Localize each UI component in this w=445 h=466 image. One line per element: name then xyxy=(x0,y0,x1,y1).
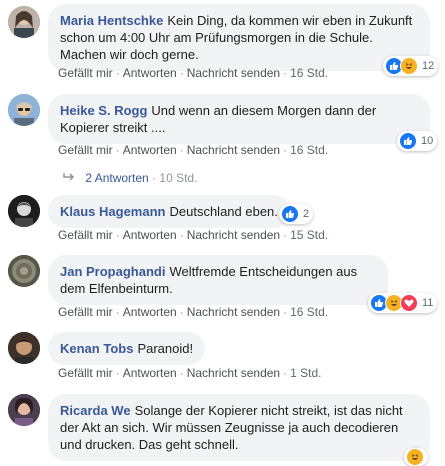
comment-author[interactable]: Kenan Tobs xyxy=(60,341,133,356)
comment-actions: Gefällt mir · Antworten · Nachricht senden · 1… xyxy=(58,228,328,242)
comment-author[interactable]: Klaus Hagemann xyxy=(60,204,165,219)
timestamp[interactable]: 15 Std. xyxy=(290,228,328,242)
comment-text: Paranoid! xyxy=(137,341,194,356)
avatar[interactable] xyxy=(8,195,40,227)
view-replies[interactable]: 2 Antworten · 10 Std. xyxy=(62,171,197,185)
send-message-link[interactable]: Nachricht senden xyxy=(187,305,280,319)
comment-actions: Gefällt mir · Antworten · Nachricht senden · 1… xyxy=(58,366,321,380)
send-message-link[interactable]: Nachricht senden xyxy=(187,66,280,80)
separator: · xyxy=(179,228,184,242)
replies-count[interactable]: 2 Antworten xyxy=(85,171,148,185)
comment-bubble: Klaus Hagemann Deutschland eben. xyxy=(48,195,290,228)
comment-bubble: Heike S. Rogg Und wenn an diesem Morgen d… xyxy=(48,94,430,144)
send-message-link[interactable]: Nachricht senden xyxy=(187,228,280,242)
separator: · xyxy=(283,143,288,157)
reaction-summary[interactable]: 11 xyxy=(368,293,438,313)
avatar[interactable] xyxy=(8,6,40,38)
send-message-link[interactable]: Nachricht senden xyxy=(187,366,280,380)
separator: · xyxy=(115,305,120,319)
reply-link[interactable]: Antworten xyxy=(123,305,177,319)
comment-text: Deutschland eben. xyxy=(169,204,278,219)
timestamp[interactable]: 16 Std. xyxy=(290,66,328,80)
haha-reaction-icon xyxy=(400,57,418,75)
separator: · xyxy=(148,171,160,185)
like-link[interactable]: Gefällt mir xyxy=(58,228,113,242)
reply-arrow-icon xyxy=(62,171,76,185)
separator: · xyxy=(115,366,120,380)
timestamp[interactable]: 1 Std. xyxy=(290,366,321,380)
avatar[interactable] xyxy=(8,394,40,426)
comment-bubble: Kenan Tobs Paranoid! xyxy=(48,332,206,365)
like-link[interactable]: Gefällt mir xyxy=(58,66,113,80)
timestamp[interactable]: 16 Std. xyxy=(290,305,328,319)
reaction-summary[interactable]: 10 xyxy=(397,131,438,151)
separator: · xyxy=(179,366,184,380)
separator: · xyxy=(179,305,184,319)
avatar[interactable] xyxy=(8,332,40,364)
love-reaction-icon xyxy=(400,294,418,312)
comment-actions: Gefällt mir · Antworten · Nachricht senden · 1… xyxy=(58,305,328,319)
separator: · xyxy=(179,143,184,157)
reaction-summary[interactable]: 12 xyxy=(383,56,439,76)
comment-actions: Gefällt mir · Antworten · Nachricht senden · 1… xyxy=(58,143,328,157)
like-reaction-icon xyxy=(399,132,417,150)
separator: · xyxy=(283,228,288,242)
send-message-link[interactable]: Nachricht senden xyxy=(187,143,280,157)
separator: · xyxy=(283,66,288,80)
reaction-count: 11 xyxy=(422,297,434,309)
comment-author[interactable]: Maria Hentschke xyxy=(60,13,163,28)
avatar[interactable] xyxy=(8,94,40,126)
comment-bubble: Ricarda We Solange der Kopierer nicht str… xyxy=(48,394,430,461)
reaction-count: 12 xyxy=(422,60,435,72)
separator: · xyxy=(115,228,120,242)
comment-author[interactable]: Ricarda We xyxy=(60,403,131,418)
reply-link[interactable]: Antworten xyxy=(123,66,177,80)
timestamp[interactable]: 16 Std. xyxy=(290,143,328,157)
reply-link[interactable]: Antworten xyxy=(123,143,177,157)
comment-actions: Gefällt mir · Antworten · Nachricht senden · 1… xyxy=(58,66,328,80)
like-link[interactable]: Gefällt mir xyxy=(58,143,113,157)
like-link[interactable]: Gefällt mir xyxy=(58,366,113,380)
separator: · xyxy=(115,143,120,157)
reaction-count: 10 xyxy=(421,135,434,147)
comment-author[interactable]: Heike S. Rogg xyxy=(60,103,147,118)
reaction-summary[interactable]: 2 xyxy=(279,204,314,224)
replies-time: 10 Std. xyxy=(159,171,198,185)
reply-link[interactable]: Antworten xyxy=(123,366,177,380)
comment-bubble: Maria Hentschke Kein Ding, da kommen wir … xyxy=(48,4,430,71)
haha-reaction-icon xyxy=(406,448,424,466)
reply-link[interactable]: Antworten xyxy=(123,228,177,242)
separator: · xyxy=(283,305,288,319)
reaction-count: 2 xyxy=(303,208,310,220)
comment-bubble: Jan Propaghandi Weltfremde Entscheidungen… xyxy=(48,255,388,305)
separator: · xyxy=(179,66,184,80)
like-reaction-icon xyxy=(281,205,299,223)
reaction-summary[interactable] xyxy=(404,448,428,466)
avatar[interactable] xyxy=(8,255,40,287)
separator: · xyxy=(115,66,120,80)
comment-author[interactable]: Jan Propaghandi xyxy=(60,264,165,279)
like-link[interactable]: Gefällt mir xyxy=(58,305,113,319)
separator: · xyxy=(283,366,288,380)
